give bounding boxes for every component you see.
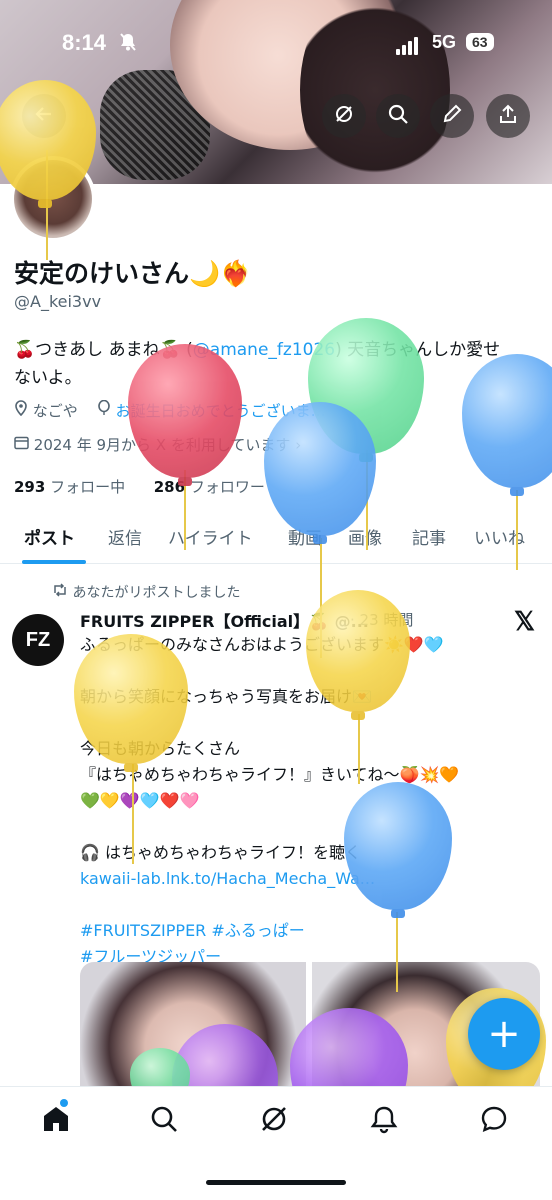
followers-link[interactable]: 286 フォロワー — [154, 478, 265, 496]
bio-line2: ないよ。 — [14, 368, 82, 388]
active-tab-indicator — [22, 560, 86, 564]
balloon-blue — [462, 354, 552, 496]
balloon-icon — [97, 399, 116, 420]
nav-explore[interactable] — [142, 1099, 186, 1143]
share-icon — [497, 103, 519, 130]
nav-grok[interactable] — [252, 1099, 296, 1143]
post-line: 💚💛💜🩵❤️🩷 — [80, 791, 200, 810]
profile-location: なごや — [32, 402, 78, 420]
edit-icon — [441, 103, 463, 130]
status-bar: 8:14 5G 63 — [0, 0, 552, 90]
signal-icon — [396, 36, 420, 55]
grok-icon — [333, 103, 355, 130]
explore-icon — [149, 1104, 179, 1138]
follow-stats: 293 フォロー中 286 フォロワー — [14, 476, 265, 497]
post-author-avatar[interactable]: FZ — [12, 614, 64, 666]
tab-replies[interactable]: 返信 — [108, 524, 142, 549]
display-name: 安定のけいさん🌙❤️‍🔥 — [14, 259, 252, 288]
following-link[interactable]: 293 フォロー中 — [14, 478, 125, 496]
nav-messages[interactable] — [472, 1099, 516, 1143]
location-icon — [14, 400, 33, 420]
balloon-string — [132, 764, 134, 864]
post-line: 『はちゃめちゃわちゃライフ！』きいてね〜🍑💥🧡 — [80, 765, 460, 784]
notifications-icon — [369, 1104, 399, 1138]
search-button[interactable] — [376, 94, 420, 138]
balloon-string — [516, 490, 518, 570]
nav-notification-dot — [60, 1099, 68, 1107]
tab-highlights[interactable]: ハイライト — [168, 524, 253, 549]
followers-label: フォロワー — [189, 478, 265, 496]
following-count: 293 — [14, 478, 46, 496]
balloon-blue — [264, 402, 376, 544]
post-link[interactable]: kawaii-lab.lnk.to/Hacha_Mecha_Wa... — [80, 866, 540, 892]
tab-media[interactable]: 画像 — [348, 524, 382, 549]
tab-articles[interactable]: 記事 — [412, 524, 446, 549]
balloon-yellow — [74, 634, 188, 772]
status-time: 8:14 — [62, 30, 107, 55]
network-type: 5G — [432, 32, 457, 52]
balloon-string — [396, 912, 398, 992]
compose-button[interactable]: + — [468, 998, 540, 1070]
grok-button[interactable] — [322, 94, 366, 138]
post-line: 🎧 はちゃめちゃわちゃライフ！を聴く — [80, 843, 362, 862]
grok-icon — [259, 1104, 289, 1138]
calendar-icon — [14, 436, 34, 454]
user-handle: @A_kei3vv — [14, 292, 102, 311]
balloon-yellow — [306, 590, 410, 720]
nav-home[interactable] — [34, 1099, 78, 1143]
messages-icon — [479, 1104, 509, 1138]
profile-tabs: ポスト 返信 ハイライト 動画 画像 記事 いいね — [0, 514, 552, 564]
balloon-red — [128, 344, 242, 486]
home-indicator — [206, 1180, 346, 1185]
home-icon — [41, 1104, 71, 1138]
bell-slash-icon — [118, 32, 138, 57]
nav-notifications[interactable] — [362, 1099, 406, 1143]
tab-posts[interactable]: ポスト — [24, 524, 75, 549]
following-label: フォロー中 — [50, 478, 126, 496]
balloon-blue — [344, 782, 452, 918]
balloon-string — [358, 714, 360, 784]
edit-button[interactable] — [430, 94, 474, 138]
battery-level: 63 — [466, 33, 494, 51]
compose-plus: + — [487, 1011, 521, 1057]
profile-bio: 🍒つきあし あまね🍒 (@amane_fz1026) 天音ちゃんしか愛せ ないよ… — [14, 336, 534, 392]
repost-label: あなたがリポストしました — [72, 585, 241, 601]
post-hashtags[interactable]: #FRUITSZIPPER #ふるっぱー — [80, 918, 540, 944]
search-icon — [387, 103, 409, 130]
repost-indicator: あなたがリポストしました — [52, 582, 240, 602]
repost-icon — [52, 583, 72, 601]
post-avatar-text: FZ — [25, 628, 51, 651]
post-line — [80, 814, 540, 840]
share-button[interactable] — [486, 94, 530, 138]
